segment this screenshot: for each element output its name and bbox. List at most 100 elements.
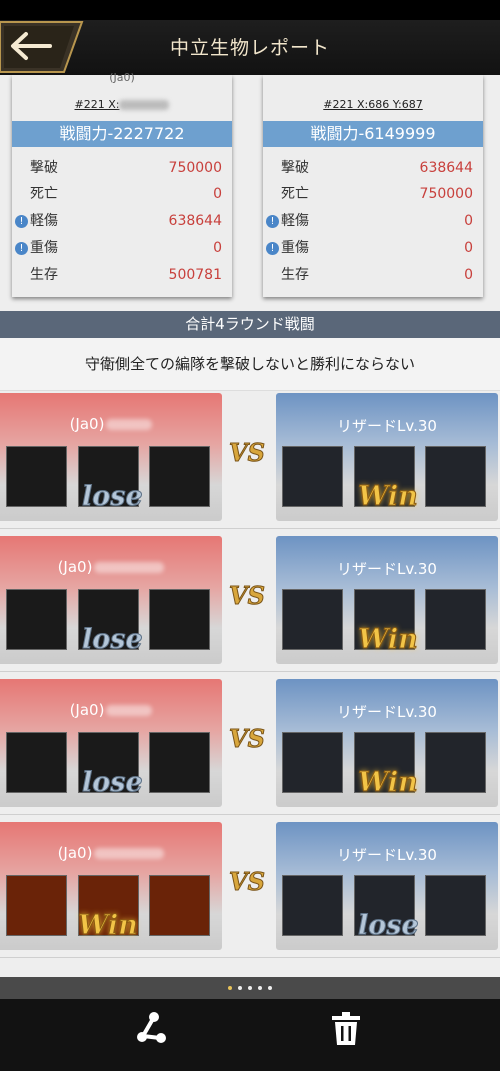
rounds-header: 合計4ラウンド戦闘: [0, 311, 500, 338]
lizard-troop-slot: [425, 732, 486, 793]
attacker-team: (Ja0) lose: [0, 536, 222, 664]
stat-value: 0: [464, 267, 473, 283]
redacted-text: [94, 562, 165, 573]
stat-label: 軽傷: [281, 213, 309, 229]
team-name: (Ja0): [69, 415, 105, 433]
ant-troop-slot: [149, 732, 210, 793]
team-name: リザードLv.30: [337, 560, 437, 578]
page-title: 中立生物レポート: [169, 37, 330, 59]
stat-label: 重傷: [30, 240, 58, 256]
info-icon[interactable]: !: [15, 215, 28, 228]
vs-label: VS: [229, 867, 266, 897]
stat-row: 生存 500781: [12, 262, 232, 288]
share-button[interactable]: [134, 1010, 168, 1048]
lizard-troop-slot: [425, 875, 486, 936]
stat-row: 死亡 0: [12, 181, 232, 207]
battle-round[interactable]: (Ja0) lose VS リザードLv.30 Win: [0, 679, 500, 821]
lizard-troop-slot: [282, 589, 343, 650]
page-dot[interactable]: [268, 986, 272, 990]
lizard-troop-slot: [282, 446, 343, 507]
stat-label: 重傷: [281, 240, 309, 256]
stat-value: 500781: [168, 267, 222, 283]
page-dot[interactable]: [228, 986, 232, 990]
ant-troop-slot: [6, 589, 67, 650]
battle-round[interactable]: (Ja0) lose VS リザードLv.30 Win: [0, 393, 500, 535]
ant-troop-slot: [6, 446, 67, 507]
stat-value: 0: [464, 240, 473, 256]
result-win-badge: Win: [358, 624, 419, 656]
info-icon[interactable]: !: [15, 242, 28, 255]
stat-label: 死亡: [30, 186, 58, 202]
delete-button[interactable]: [330, 1011, 362, 1047]
attacker-coord-label: #221 X:: [74, 98, 120, 111]
stat-value: 750000: [168, 160, 222, 176]
lizard-troop-slot: [425, 589, 486, 650]
ant-troop-slot: [6, 732, 67, 793]
victory-rule: 守衛側全ての編隊を撃破しないと勝利にならない: [0, 338, 500, 391]
team-name: リザードLv.30: [337, 703, 437, 721]
lizard-troop-slot: [282, 875, 343, 936]
stat-row: 死亡 750000: [263, 181, 483, 207]
fire-ant-troop-slot: [6, 875, 67, 936]
stat-row: 撃破 750000: [12, 155, 232, 181]
defender-coord[interactable]: #221 X:686 Y:687: [263, 98, 483, 111]
divider: [0, 814, 500, 815]
divider: [0, 957, 500, 958]
result-win-badge: Win: [358, 767, 419, 799]
redacted-text: [119, 100, 170, 110]
redacted-text: [106, 419, 153, 430]
stat-row: 撃破 638644: [263, 155, 483, 181]
info-icon[interactable]: !: [266, 242, 279, 255]
team-name: リザードLv.30: [337, 846, 437, 864]
info-icon[interactable]: !: [266, 215, 279, 228]
page-dot[interactable]: [258, 986, 262, 990]
stat-row: ! 軽傷 638644: [12, 208, 232, 234]
defender-panel: #221 X:686 Y:687 戦闘力-6149999 撃破 638644 死…: [263, 75, 483, 297]
trash-icon: [332, 1012, 360, 1045]
stat-label: 撃破: [30, 160, 58, 176]
defender-team: リザードLv.30 Win: [276, 679, 498, 807]
team-name: (Ja0): [69, 701, 105, 719]
attacker-team: (Ja0) lose: [0, 393, 222, 521]
attacker-coord[interactable]: #221 X:: [12, 98, 232, 111]
stat-value: 638644: [168, 213, 222, 229]
divider: [0, 528, 500, 529]
ant-troop-slot: [149, 446, 210, 507]
attacker-panel: (Ja0) #221 X: 戦闘力-2227722 撃破 750000 死亡 0…: [12, 71, 232, 297]
vs-label: VS: [229, 724, 266, 754]
battle-round[interactable]: (Ja0) Win VS リザードLv.30 lose: [0, 822, 500, 964]
redacted-text: [94, 848, 165, 859]
vs-label: VS: [229, 438, 266, 468]
page-dot[interactable]: [238, 986, 242, 990]
result-lose-badge: lose: [82, 624, 144, 656]
stat-value: 750000: [419, 186, 473, 202]
team-name: (Ja0): [57, 844, 93, 862]
stat-row: ! 重傷 0: [263, 235, 483, 261]
defender-team: リザードLv.30 lose: [276, 822, 498, 950]
attacker-team: (Ja0) Win: [0, 822, 222, 950]
defender-team: リザードLv.30 Win: [276, 393, 498, 521]
result-win-badge: Win: [358, 481, 419, 513]
stat-label: 死亡: [281, 186, 309, 202]
page-dot[interactable]: [248, 986, 252, 990]
stat-value: 638644: [419, 160, 473, 176]
result-win-badge: Win: [78, 910, 139, 942]
battle-round[interactable]: (Ja0) lose VS リザードLv.30 Win: [0, 536, 500, 678]
stat-label: 軽傷: [30, 213, 58, 229]
redacted-text: [106, 705, 153, 716]
status-bar: [0, 0, 500, 20]
vs-label: VS: [229, 581, 266, 611]
fire-ant-troop-slot: [149, 875, 210, 936]
page-indicator: [0, 977, 500, 999]
defender-team: リザードLv.30 Win: [276, 536, 498, 664]
stat-value: 0: [213, 186, 222, 202]
stat-label: 撃破: [281, 160, 309, 176]
attacker-power: 戦闘力-2227722: [12, 121, 232, 147]
result-lose-badge: lose: [82, 767, 144, 799]
stat-row: ! 軽傷 0: [263, 208, 483, 234]
stat-value: 0: [213, 240, 222, 256]
attacker-name: (Ja0): [109, 71, 135, 84]
team-name: (Ja0): [57, 558, 93, 576]
footer-bar: [0, 999, 500, 1071]
lizard-troop-slot: [282, 732, 343, 793]
